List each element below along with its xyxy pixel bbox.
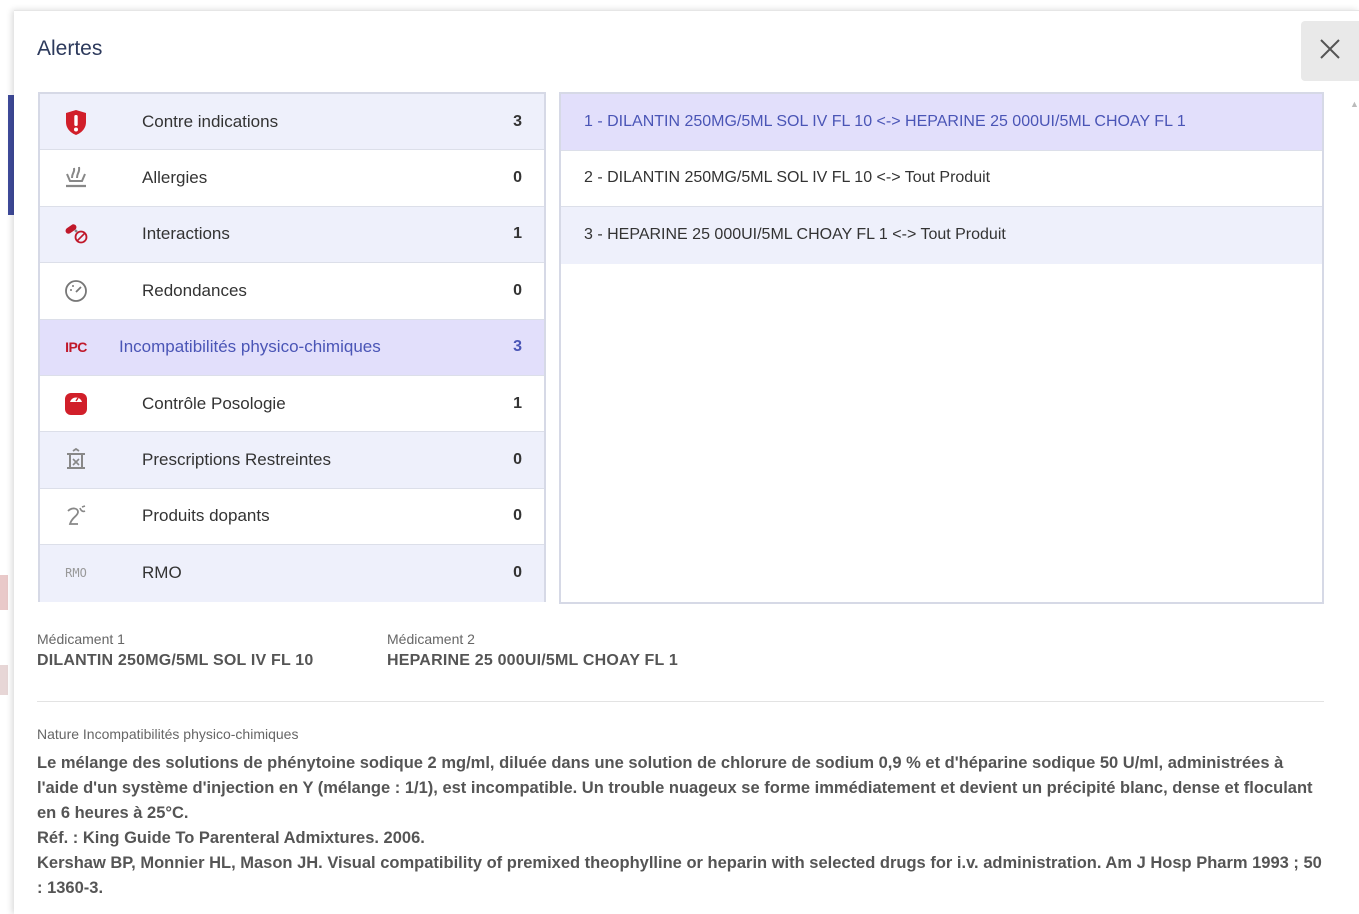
category-label: Contrôle Posologie (142, 393, 286, 413)
alert-item[interactable]: 2 - DILANTIN 250MG/5ML SOL IV FL 10 <-> … (561, 151, 1322, 207)
rmo-icon: RMO (65, 566, 87, 581)
category-rmo[interactable]: RMO RMO 0 (40, 545, 544, 602)
alert-category-list: Contre indications 3 Allergies 0 Interac… (38, 92, 546, 602)
scroll-up-icon[interactable]: ▲ (1350, 99, 1359, 113)
category-incompatibilites[interactable]: IPC Incompatibilités physico-chimiques 3 (40, 319, 544, 376)
runner-icon (62, 502, 90, 530)
category-count: 0 (513, 169, 522, 187)
scale-icon (62, 390, 90, 418)
interaction-pills-icon (62, 220, 90, 248)
category-interactions[interactable]: Interactions 1 (40, 206, 544, 264)
exclamation-shield-icon (62, 108, 90, 136)
category-prescriptions-restreintes[interactable]: Prescriptions Restreintes 0 (40, 432, 544, 489)
close-button[interactable] (1301, 21, 1359, 81)
alerts-modal: Alertes Contre indications 3 Allergies 0… (14, 10, 1359, 914)
category-label: Allergies (142, 168, 208, 188)
close-icon (1318, 37, 1342, 66)
category-label: Redondances (142, 280, 247, 300)
category-label: Incompatibilités physico-chimiques (119, 337, 381, 357)
restricted-icon (62, 446, 90, 474)
alert-detail-list: 1 - DILANTIN 250MG/5ML SOL IV FL 10 <-> … (559, 92, 1324, 604)
category-controle-posologie[interactable]: Contrôle Posologie 1 (40, 376, 544, 433)
category-count: 3 (513, 112, 522, 130)
drug-1-block: Médicament 1 DILANTIN 250MG/5ML SOL IV F… (37, 631, 313, 670)
category-count: 0 (513, 507, 522, 525)
alert-item[interactable]: 3 - HEPARINE 25 000UI/5ML CHOAY FL 1 <->… (561, 207, 1322, 264)
category-count: 0 (513, 281, 522, 299)
category-contre-indications[interactable]: Contre indications 3 (40, 94, 544, 151)
background-page-edge (0, 0, 14, 913)
drug-1-label: Médicament 1 (37, 631, 125, 647)
category-count: 1 (513, 394, 522, 412)
nature-description: Le mélange des solutions de phénytoine s… (37, 751, 1327, 901)
nature-paragraph: Le mélange des solutions de phénytoine s… (37, 754, 1313, 822)
drug-2-value: HEPARINE 25 000UI/5ML CHOAY FL 1 (387, 652, 678, 669)
category-count: 3 (513, 338, 522, 356)
divider (37, 701, 1324, 702)
ipc-icon: IPC (65, 339, 87, 356)
background-highlight-band (0, 665, 8, 695)
nature-reference: Réf. : King Guide To Parenteral Admixtur… (37, 829, 425, 847)
gauge-icon (62, 277, 90, 305)
category-label: Contre indications (142, 111, 279, 131)
category-label: RMO (142, 563, 182, 583)
nature-reference: Kershaw BP, Monnier HL, Mason JH. Visual… (37, 854, 1322, 897)
drug-2-label: Médicament 2 (387, 631, 475, 647)
category-count: 0 (513, 564, 522, 582)
category-redondances[interactable]: Redondances 0 (40, 263, 544, 320)
category-label: Prescriptions Restreintes (142, 450, 331, 470)
category-produits-dopants[interactable]: Produits dopants 0 (40, 489, 544, 546)
nature-label: Nature Incompatibilités physico-chimique… (37, 726, 299, 742)
modal-title: Alertes (37, 37, 103, 60)
drug-1-value: DILANTIN 250MG/5ML SOL IV FL 10 (37, 652, 314, 669)
allergy-icon (62, 164, 90, 192)
category-label: Produits dopants (142, 506, 270, 526)
alert-item[interactable]: 1 - DILANTIN 250MG/5ML SOL IV FL 10 <-> … (561, 94, 1322, 151)
category-allergies[interactable]: Allergies 0 (40, 150, 544, 207)
category-count: 1 (513, 225, 522, 243)
category-count: 0 (513, 451, 522, 469)
category-label: Interactions (142, 224, 230, 244)
background-highlight-band (0, 575, 8, 610)
drug-2-block: Médicament 2 HEPARINE 25 000UI/5ML CHOAY… (387, 631, 678, 670)
